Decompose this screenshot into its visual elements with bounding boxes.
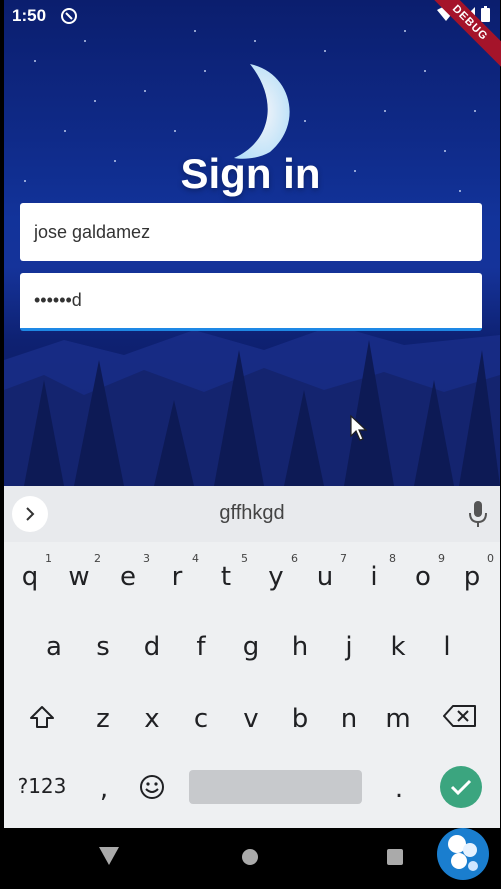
status-bar: 1:50 DEBUG xyxy=(4,0,501,72)
comma-key[interactable]: , xyxy=(80,774,128,804)
key-t[interactable]: 5t xyxy=(202,552,250,592)
key-o[interactable]: 9o xyxy=(399,552,447,592)
key-u-label: u xyxy=(316,562,334,592)
emoji-key[interactable] xyxy=(128,774,176,807)
key-p[interactable]: 0p xyxy=(448,552,496,592)
key-j[interactable]: j xyxy=(325,632,373,662)
key-b[interactable]: b xyxy=(276,704,324,734)
key-i-hint: 8 xyxy=(389,552,396,565)
key-e[interactable]: 3e xyxy=(104,552,152,592)
soft-keyboard: gffhkgd 1q 2w 3e 4r 5t 6y 7u 8i 9o 0p a … xyxy=(4,486,500,828)
key-y-label: y xyxy=(268,562,284,592)
key-e-label: e xyxy=(120,562,136,592)
page-title: Sign in xyxy=(180,150,321,197)
key-x[interactable]: x xyxy=(128,704,176,734)
key-r-label: r xyxy=(171,562,183,592)
key-m[interactable]: m xyxy=(374,704,422,734)
microphone-icon[interactable] xyxy=(468,500,488,528)
password-field[interactable]: ••••••d xyxy=(20,273,482,331)
key-v[interactable]: v xyxy=(227,704,275,734)
key-w[interactable]: 2w xyxy=(55,552,103,592)
space-key[interactable] xyxy=(189,770,362,804)
floating-bubble-icon[interactable] xyxy=(437,828,489,880)
key-s[interactable]: s xyxy=(79,632,127,662)
key-r-hint: 4 xyxy=(192,552,199,565)
key-u-hint: 7 xyxy=(340,552,347,565)
backspace-icon xyxy=(443,705,476,727)
suggestion-word[interactable]: gffhkgd xyxy=(4,502,500,525)
key-w-hint: 2 xyxy=(94,552,101,565)
mouse-cursor-icon xyxy=(350,414,367,441)
key-p-label: p xyxy=(463,562,481,592)
key-o-hint: 9 xyxy=(438,552,445,565)
username-value: jose galdamez xyxy=(34,221,151,242)
key-n[interactable]: n xyxy=(325,704,373,734)
period-key[interactable]: . xyxy=(375,774,423,804)
key-l[interactable]: l xyxy=(423,632,471,662)
shift-icon xyxy=(30,706,54,728)
back-icon[interactable] xyxy=(98,846,120,866)
key-r[interactable]: 4r xyxy=(153,552,201,592)
key-y-hint: 6 xyxy=(291,552,298,565)
key-k[interactable]: k xyxy=(374,632,422,662)
bubbles-icon xyxy=(448,835,478,871)
key-e-hint: 3 xyxy=(143,552,150,565)
key-f[interactable]: f xyxy=(177,632,225,662)
username-field[interactable]: jose galdamez xyxy=(20,203,482,261)
key-h[interactable]: h xyxy=(276,632,324,662)
mountains-illustration xyxy=(4,325,500,486)
key-w-label: w xyxy=(68,562,90,592)
shift-key[interactable] xyxy=(18,704,66,737)
key-p-hint: 0 xyxy=(487,552,494,565)
status-time: 1:50 xyxy=(12,6,47,25)
backspace-key[interactable] xyxy=(436,704,484,735)
password-value: ••••••d xyxy=(34,290,82,310)
key-o-label: o xyxy=(415,562,431,592)
key-z[interactable]: z xyxy=(79,704,127,734)
key-a[interactable]: a xyxy=(30,632,78,662)
key-t-label: t xyxy=(220,562,232,592)
battery-icon xyxy=(481,6,490,22)
navigation-bar xyxy=(4,828,500,889)
key-q-label: q xyxy=(21,562,39,592)
emoji-icon xyxy=(140,775,164,799)
home-icon[interactable] xyxy=(241,848,259,866)
enter-key[interactable] xyxy=(440,766,482,808)
key-q[interactable]: 1q xyxy=(6,552,54,592)
recents-icon[interactable] xyxy=(386,848,404,866)
key-y[interactable]: 6y xyxy=(252,552,300,592)
suggestion-bar: gffhkgd xyxy=(4,486,500,542)
app-notification-icon xyxy=(61,8,77,24)
key-g[interactable]: g xyxy=(227,632,275,662)
checkmark-icon xyxy=(450,779,472,796)
key-i-label: i xyxy=(370,562,378,592)
key-u[interactable]: 7u xyxy=(301,552,349,592)
symbols-key[interactable]: ?123 xyxy=(12,774,72,798)
key-q-hint: 1 xyxy=(45,552,52,565)
moon-icon xyxy=(234,64,290,159)
key-i[interactable]: 8i xyxy=(350,552,398,592)
key-t-hint: 5 xyxy=(241,552,248,565)
key-c[interactable]: c xyxy=(177,704,225,734)
key-d[interactable]: d xyxy=(128,632,176,662)
